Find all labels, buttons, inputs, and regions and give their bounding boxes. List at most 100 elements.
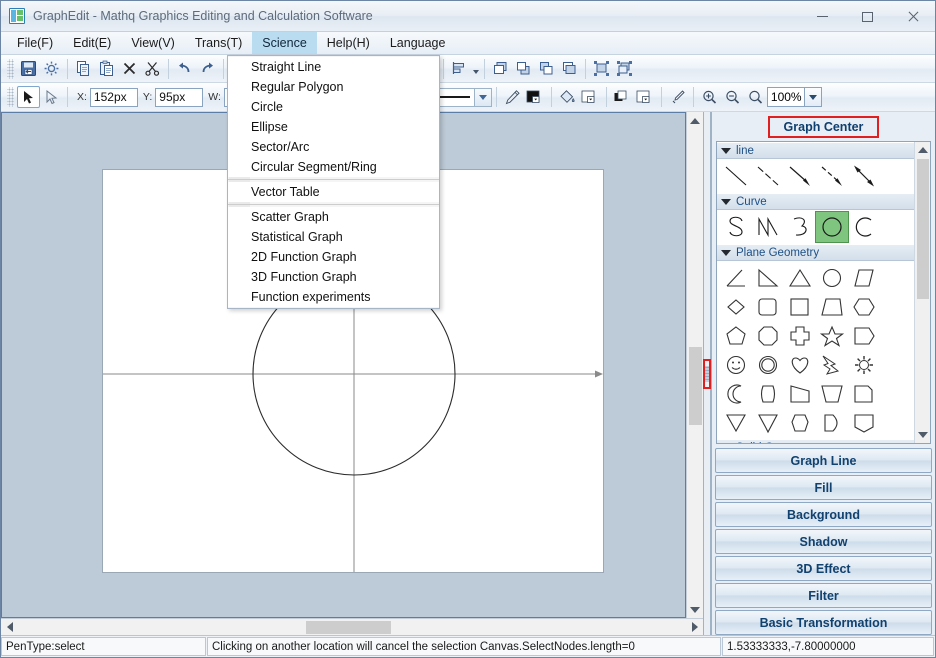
paste-icon[interactable] bbox=[95, 58, 118, 80]
shape-shield[interactable] bbox=[848, 408, 880, 437]
delete-x-icon[interactable] bbox=[118, 58, 141, 80]
menu-language[interactable]: Language bbox=[380, 32, 456, 54]
shape-octagon[interactable] bbox=[752, 321, 784, 350]
menu-edit[interactable]: Edit(E) bbox=[63, 32, 121, 54]
shape-triangle[interactable] bbox=[784, 263, 816, 292]
shape-line-double-arrow[interactable] bbox=[848, 161, 880, 191]
zoom-in-icon[interactable] bbox=[698, 86, 721, 108]
zoom-level-input[interactable]: 100% bbox=[766, 87, 805, 107]
y-input[interactable]: 95px bbox=[155, 87, 204, 107]
panel-scroll-up-button[interactable] bbox=[915, 142, 931, 158]
section-header-line[interactable]: line bbox=[717, 142, 914, 159]
menu-science[interactable]: Science bbox=[252, 32, 317, 54]
menu-view[interactable]: View(V) bbox=[121, 32, 185, 54]
panel-button-basic-transformation[interactable]: Basic Transformation bbox=[715, 610, 932, 635]
graph-center-header[interactable]: Graph Center bbox=[767, 116, 880, 138]
panel-button-graph-line[interactable]: Graph Line bbox=[715, 448, 932, 473]
shape-parallelogram[interactable] bbox=[848, 263, 880, 292]
align-dropdown-icon[interactable] bbox=[471, 59, 480, 79]
eyedropper-icon[interactable] bbox=[666, 86, 689, 108]
menu-help[interactable]: Help(H) bbox=[317, 32, 380, 54]
shape-hexagon[interactable] bbox=[848, 292, 880, 321]
paint-bucket-icon[interactable] bbox=[556, 86, 579, 108]
shape-d-shape[interactable] bbox=[816, 408, 848, 437]
shape-curve-c[interactable] bbox=[848, 212, 880, 242]
vertical-scroll-thumb[interactable] bbox=[689, 347, 702, 425]
menu-item-2d-function-graph[interactable]: 2D Function Graph bbox=[228, 247, 439, 267]
shape-folded-corner[interactable] bbox=[848, 379, 880, 408]
menu-item-circular-segment-ring[interactable]: Circular Segment/Ring bbox=[228, 157, 439, 177]
line-style-dropdown-icon[interactable] bbox=[474, 87, 492, 107]
close-button[interactable] bbox=[890, 1, 935, 32]
group-icon[interactable] bbox=[489, 58, 512, 80]
node-select-icon[interactable] bbox=[40, 86, 63, 108]
undo-icon[interactable] bbox=[173, 58, 196, 80]
menu-item-scatter-graph[interactable]: Scatter Graph bbox=[228, 207, 439, 227]
scroll-left-button[interactable] bbox=[1, 619, 18, 636]
shape-star[interactable] bbox=[816, 321, 848, 350]
menu-item-circle[interactable]: Circle bbox=[228, 97, 439, 117]
save-icon[interactable] bbox=[17, 58, 40, 80]
panel-button-shadow[interactable]: Shadow bbox=[715, 529, 932, 554]
settings-gear-icon[interactable] bbox=[40, 58, 63, 80]
shape-diamond[interactable] bbox=[720, 292, 752, 321]
canvas-vertical-scrollbar[interactable] bbox=[686, 112, 703, 618]
shape-curve-3[interactable] bbox=[784, 212, 816, 242]
send-back-icon[interactable] bbox=[535, 58, 558, 80]
fill-color-swatch[interactable] bbox=[579, 86, 602, 108]
canvas-horizontal-scrollbar[interactable] bbox=[1, 618, 703, 635]
menu-item-regular-polygon[interactable]: Regular Polygon bbox=[228, 77, 439, 97]
menu-item-function-experiments[interactable]: Function experiments bbox=[228, 287, 439, 307]
menu-item-sector-arc[interactable]: Sector/Arc bbox=[228, 137, 439, 157]
shape-triangle-down[interactable] bbox=[720, 408, 752, 437]
shape-hexagon-v[interactable] bbox=[784, 408, 816, 437]
pen-icon[interactable] bbox=[501, 86, 524, 108]
panel-scroll-down-button[interactable] bbox=[915, 427, 931, 443]
align-icon[interactable] bbox=[448, 58, 471, 80]
shape-line-plain[interactable] bbox=[720, 161, 752, 191]
section-header-curve[interactable]: Curve bbox=[717, 193, 914, 210]
panel-scroll-thumb[interactable] bbox=[917, 159, 929, 299]
menu-item-statistical-graph[interactable]: Statistical Graph bbox=[228, 227, 439, 247]
shape-curve-s[interactable] bbox=[720, 212, 752, 242]
zoom-out-icon[interactable] bbox=[721, 86, 744, 108]
menu-item-3d-function-graph[interactable]: 3D Function Graph bbox=[228, 267, 439, 287]
shape-inverted-trapezoid[interactable] bbox=[816, 379, 848, 408]
shape-triangle-down-2[interactable] bbox=[752, 408, 784, 437]
splitter-handle[interactable] bbox=[703, 358, 711, 389]
shape-sun[interactable] bbox=[848, 350, 880, 379]
shape-line-arrow[interactable] bbox=[784, 161, 816, 191]
zoom-level-dropdown-icon[interactable] bbox=[804, 87, 822, 107]
menu-item-vector-table[interactable]: Vector Table bbox=[228, 182, 439, 202]
shape-smiley[interactable] bbox=[720, 350, 752, 379]
copy-icon[interactable] bbox=[72, 58, 95, 80]
toolbar-grip-2[interactable] bbox=[7, 87, 14, 107]
shape-curve-n[interactable] bbox=[752, 212, 784, 242]
shape-moon[interactable] bbox=[720, 379, 752, 408]
maximize-button[interactable] bbox=[845, 1, 890, 32]
shape-pentagon[interactable] bbox=[720, 321, 752, 350]
shape-right-triangle[interactable] bbox=[752, 263, 784, 292]
menu-item-straight-line[interactable]: Straight Line bbox=[228, 57, 439, 77]
shape-ring[interactable] bbox=[752, 350, 784, 379]
shape-right-trapezoid[interactable] bbox=[784, 379, 816, 408]
line-color-swatch[interactable] bbox=[524, 86, 547, 108]
panel-splitter[interactable] bbox=[703, 112, 711, 635]
science-dropdown-menu[interactable]: Straight Line Regular Polygon Circle Ell… bbox=[227, 55, 440, 309]
cut-scissors-icon[interactable] bbox=[141, 58, 164, 80]
shape-pentagon-arrow[interactable] bbox=[848, 321, 880, 350]
shape-circle[interactable] bbox=[816, 263, 848, 292]
shape-square[interactable] bbox=[784, 292, 816, 321]
shape-angle[interactable] bbox=[720, 263, 752, 292]
shadow-icon[interactable] bbox=[611, 86, 634, 108]
arrange-icon[interactable] bbox=[613, 58, 636, 80]
background-color-swatch[interactable] bbox=[634, 86, 657, 108]
section-header-solid-geometry[interactable]: Solid Geometry bbox=[717, 439, 914, 443]
panel-button-3d-effect[interactable]: 3D Effect bbox=[715, 556, 932, 581]
minimize-button[interactable] bbox=[800, 1, 845, 32]
panel-scrollbar[interactable] bbox=[914, 142, 930, 443]
panel-button-fill[interactable]: Fill bbox=[715, 475, 932, 500]
scroll-down-button[interactable] bbox=[687, 601, 704, 618]
panel-button-background[interactable]: Background bbox=[715, 502, 932, 527]
zoom-actual-icon[interactable] bbox=[744, 86, 767, 108]
